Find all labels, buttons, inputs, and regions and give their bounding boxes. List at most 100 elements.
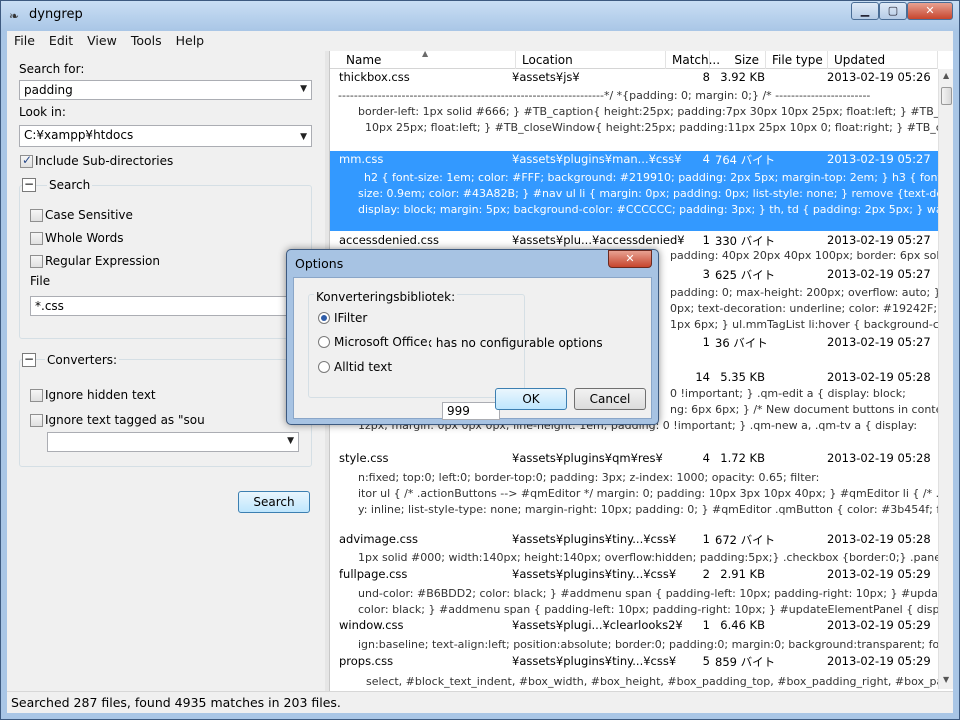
table-row[interactable]: accessdenied.css ¥assets¥plu...¥accessde… xyxy=(330,232,938,248)
search-group-label: Search xyxy=(47,178,93,192)
converter-select[interactable]: ▼ xyxy=(47,432,299,452)
match-context[interactable]: 1px 6px; } ul.mmTagList li:hover { backg… xyxy=(670,318,938,331)
ok-button[interactable]: OK xyxy=(495,388,567,410)
match-context[interactable]: 1px solid #000; width:140px; height:140p… xyxy=(358,551,938,564)
include-subdirs-checkbox[interactable] xyxy=(20,153,33,168)
search-button[interactable]: Search xyxy=(238,491,310,513)
match-context[interactable]: itor ul { /* .actionButtons --> #qmEdito… xyxy=(358,487,938,500)
match-context[interactable]: border-left: 1px solid #666; } #TB_capti… xyxy=(358,105,938,118)
regex-checkbox[interactable] xyxy=(30,255,43,268)
row-location: ¥assets¥plugins¥qm¥res¥ xyxy=(512,451,663,465)
ignore-tagged-checkbox[interactable] xyxy=(30,414,43,427)
table-row[interactable]: window.css ¥assets¥plugi...¥clearlooks2¥… xyxy=(330,617,938,633)
row-location: ¥assets¥plugins¥man...¥css¥ xyxy=(512,152,682,166)
match-context[interactable]: y: inline; list-style-type: none; margin… xyxy=(358,503,938,516)
row-name: window.css xyxy=(339,618,404,632)
match-context[interactable]: und-color: #B6BDD2; color: black; } #add… xyxy=(358,587,938,600)
look-in-value: C:¥xampp¥htdocs xyxy=(24,128,134,142)
row-matches: 14 xyxy=(695,370,710,384)
maximize-icon: ▢ xyxy=(887,4,899,17)
match-context[interactable]: padding: 40px 20px 40px 100px; border: 6… xyxy=(670,249,938,262)
row-location: ¥assets¥plugi...¥clearlooks2¥ xyxy=(512,618,683,632)
match-context[interactable]: ----------------------------------------… xyxy=(338,89,938,102)
radio-alltid-text[interactable] xyxy=(318,361,330,373)
column-updated[interactable]: Updated xyxy=(828,51,938,69)
row-matches: 1 xyxy=(702,532,710,546)
main-window: ❧ dyngrep ▁ ▢ ✕ File Edit View Tools Help Se… xyxy=(0,0,960,720)
match-context[interactable]: padding: 0; max-height: 200px; overflow:… xyxy=(670,286,938,299)
look-in-combo[interactable]: C:¥xampp¥htdocs ▼ xyxy=(19,125,312,147)
radio-alltid-text-label: Alltid text xyxy=(334,360,393,374)
converters-label: Converters: xyxy=(45,353,120,367)
column-location[interactable]: Location xyxy=(516,51,666,69)
maximize-button[interactable]: ▢ xyxy=(879,2,907,20)
title-bar[interactable]: ❧ dyngrep ▁ ▢ ✕ xyxy=(1,1,959,31)
match-context[interactable]: 0 !important; } .qm-edit a { display: bl… xyxy=(670,387,938,400)
match-context[interactable]: display: block; margin: 5px; background-… xyxy=(358,203,938,216)
row-matches: 1 xyxy=(702,233,710,247)
match-context[interactable]: color: black; } #addmenu span { padding-… xyxy=(358,603,938,616)
menu-bar: File Edit View Tools Help xyxy=(7,31,953,51)
radio-microsoft-office[interactable] xyxy=(318,336,330,348)
scroll-thumb[interactable] xyxy=(941,87,952,105)
search-for-value: padding xyxy=(24,83,73,97)
sort-ascending-icon: ▲ xyxy=(422,51,429,58)
case-sensitive-label: Case Sensitive xyxy=(45,208,133,222)
scroll-up-icon[interactable]: ▲ xyxy=(943,71,949,80)
row-updated: 2013-02-19 05:27 xyxy=(827,267,931,281)
vertical-scrollbar[interactable]: ▲ ▼ xyxy=(938,69,953,689)
match-context[interactable]: h2 { font-size: 1em; color: #FFF; backgr… xyxy=(364,171,938,184)
match-context[interactable]: select, #block_text_indent, #box_width, … xyxy=(366,675,938,688)
converters-collapse-button[interactable]: − xyxy=(22,353,36,367)
menu-view[interactable]: View xyxy=(80,31,124,50)
column-size[interactable]: Size xyxy=(710,51,766,69)
number-input[interactable]: 999 xyxy=(442,402,500,420)
regex-label: Regular Expression xyxy=(45,254,160,268)
match-context[interactable]: ign:baseline; text-align:left; position:… xyxy=(358,638,938,651)
scroll-down-icon[interactable]: ▼ xyxy=(943,675,949,684)
ignore-hidden-checkbox[interactable] xyxy=(30,389,43,402)
search-panel: Search for: padding ▼ Look in: C:¥xampp¥… xyxy=(7,51,325,691)
table-row[interactable]: fullpage.css ¥assets¥plugins¥tiny...¥css… xyxy=(330,566,938,582)
file-input[interactable]: *.css xyxy=(30,296,302,316)
chevron-down-icon[interactable]: ▼ xyxy=(300,84,307,94)
menu-tools[interactable]: Tools xyxy=(124,31,169,50)
table-row[interactable]: style.css ¥assets¥plugins¥qm¥res¥ 4 1.72… xyxy=(330,450,938,466)
row-size: 1.72 KB xyxy=(720,451,765,465)
column-matches[interactable]: Match... xyxy=(666,51,720,69)
dialog-body: Konverteringsbibliotek: x has no configu… xyxy=(293,277,652,420)
search-collapse-button[interactable]: − xyxy=(22,178,36,192)
chevron-down-icon[interactable]: ▼ xyxy=(287,436,294,446)
radio-ifilter[interactable] xyxy=(318,312,330,324)
ignore-hidden-label: Ignore hidden text xyxy=(45,388,156,402)
chevron-down-icon[interactable]: ▼ xyxy=(300,132,307,142)
row-matches: 4 xyxy=(702,451,710,465)
table-row[interactable]: thickbox.css ¥assets¥js¥ 8 3.92 KB 2013-… xyxy=(330,69,938,85)
table-row[interactable]: props.css ¥assets¥plugins¥tiny...¥css¥ 5… xyxy=(330,653,938,669)
row-updated: 2013-02-19 05:27 xyxy=(827,152,931,166)
row-updated: 2013-02-19 05:28 xyxy=(827,370,931,384)
cancel-button[interactable]: Cancel xyxy=(574,388,646,410)
match-context[interactable]: 10px 25px; float:left; } #TB_closeWindow… xyxy=(365,121,938,134)
menu-help[interactable]: Help xyxy=(169,31,212,50)
table-row[interactable]: advimage.css ¥assets¥plugins¥tiny...¥css… xyxy=(330,531,938,547)
app-icon: ❧ xyxy=(9,9,20,23)
row-updated: 2013-02-19 05:29 xyxy=(827,618,931,632)
menu-edit[interactable]: Edit xyxy=(42,31,80,50)
close-button[interactable]: ✕ xyxy=(907,2,953,20)
column-file-type[interactable]: File type xyxy=(766,51,828,69)
case-sensitive-checkbox[interactable] xyxy=(30,209,43,222)
table-row[interactable]: mm.css ¥assets¥plugins¥man...¥css¥ 4 764… xyxy=(330,151,938,167)
minimize-button[interactable]: ▁ xyxy=(851,2,879,20)
row-name: fullpage.css xyxy=(339,567,408,581)
search-for-combo[interactable]: padding ▼ xyxy=(19,80,312,100)
match-context[interactable]: n:fixed; top:0; left:0; border-top:0; pa… xyxy=(358,471,938,484)
whole-words-checkbox[interactable] xyxy=(30,232,43,245)
match-context[interactable]: 0px; text-decoration: underline; color: … xyxy=(670,302,938,315)
match-context[interactable]: size: 0.9em; color: #43A82B; } #nav ul l… xyxy=(358,187,938,200)
row-name: thickbox.css xyxy=(339,70,410,84)
row-updated: 2013-02-19 05:26 xyxy=(827,70,931,84)
match-context[interactable]: ng: 6px 6px; } /* New document buttons i… xyxy=(670,403,938,416)
menu-file[interactable]: File xyxy=(7,31,42,50)
dialog-close-button[interactable]: ✕ xyxy=(608,250,652,268)
